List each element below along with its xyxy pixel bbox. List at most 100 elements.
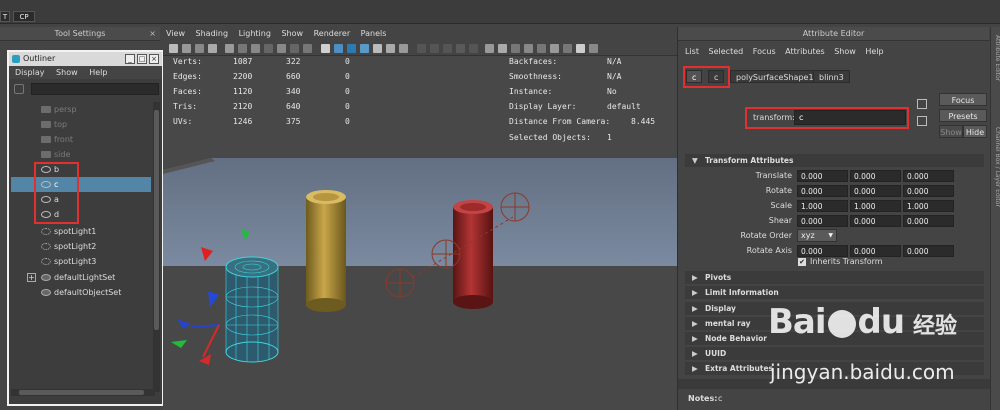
- safe-title-icon[interactable]: [303, 44, 312, 53]
- section-limit-information[interactable]: ▶ Limit Information: [685, 286, 984, 299]
- shelf-button-cp[interactable]: CP: [13, 11, 35, 22]
- maximize-panel-icon[interactable]: [576, 44, 585, 53]
- shelf-button-t[interactable]: T: [0, 11, 10, 22]
- gamma-icon[interactable]: [537, 44, 546, 53]
- safe-action-icon[interactable]: [290, 44, 299, 53]
- rotate-axis-z-field[interactable]: 0.000: [903, 245, 954, 257]
- lights-icon[interactable]: [373, 44, 382, 53]
- film-gate-icon[interactable]: [238, 44, 247, 53]
- wireframe-icon[interactable]: [321, 44, 330, 53]
- close-icon[interactable]: ×: [149, 54, 159, 64]
- section-pivots[interactable]: ▶ Pivots: [685, 271, 984, 284]
- camera-attr-icon[interactable]: [182, 44, 191, 53]
- panel-layout-icon[interactable]: [563, 44, 572, 53]
- list-item[interactable]: spotLight1: [11, 224, 151, 239]
- translate-y-field[interactable]: 0.000: [850, 170, 901, 182]
- gate-mask-icon[interactable]: [264, 44, 273, 53]
- ae-menu-attributes[interactable]: Attributes: [785, 47, 825, 56]
- viewport-menu-renderer[interactable]: Renderer: [314, 29, 351, 38]
- viewport-menu-panels[interactable]: Panels: [361, 29, 387, 38]
- close-icon[interactable]: ×: [149, 27, 156, 41]
- shear-y-field[interactable]: 0.000: [850, 215, 901, 227]
- outliner-search-input[interactable]: [31, 83, 159, 95]
- transform-name-field[interactable]: c: [794, 110, 906, 125]
- filter-icon[interactable]: [14, 84, 24, 94]
- ae-menu-focus[interactable]: Focus: [753, 47, 776, 56]
- rotate-axis-y-field[interactable]: 0.000: [850, 245, 901, 257]
- ae-menu-list[interactable]: List: [685, 47, 699, 56]
- show-button[interactable]: Show: [939, 125, 963, 138]
- list-item[interactable]: spotLight3: [11, 254, 151, 269]
- color-mgmt-icon[interactable]: [511, 44, 520, 53]
- hud-icon[interactable]: [498, 44, 507, 53]
- list-item[interactable]: defaultObjectSet: [11, 285, 151, 300]
- grid-icon[interactable]: [225, 44, 234, 53]
- inherits-transform-checkbox[interactable]: ✔: [798, 258, 806, 266]
- resolution-gate-icon[interactable]: [251, 44, 260, 53]
- focus-button[interactable]: Focus: [939, 93, 987, 106]
- 3d-viewport[interactable]: View Shading Lighting Show Renderer Pane…: [163, 27, 677, 410]
- scale-z-field[interactable]: 1.000: [903, 200, 954, 212]
- rotate-order-dropdown[interactable]: xyz ▼: [797, 229, 837, 242]
- outliner-titlebar[interactable]: Outliner _ □ ×: [9, 52, 162, 66]
- list-item[interactable]: side: [11, 147, 151, 162]
- list-item-selected[interactable]: c: [11, 177, 151, 192]
- hide-button[interactable]: Hide: [963, 125, 987, 138]
- depth-of-field-icon[interactable]: [469, 44, 478, 53]
- ae-menu-selected[interactable]: Selected: [709, 47, 744, 56]
- shadows-icon[interactable]: [386, 44, 395, 53]
- cylinder-selected-wireframe[interactable]: [225, 256, 279, 363]
- smooth-shade-icon[interactable]: [334, 44, 343, 53]
- outliner-vertical-scrollbar[interactable]: [153, 102, 160, 392]
- tab-blinn3[interactable]: blinn3: [813, 70, 850, 83]
- minimize-icon[interactable]: _: [125, 54, 135, 64]
- viewport-menu-view[interactable]: View: [166, 29, 185, 38]
- viewport-menu-lighting[interactable]: Lighting: [239, 29, 271, 38]
- shear-x-field[interactable]: 0.000: [797, 215, 848, 227]
- presets-button[interactable]: Presets: [939, 109, 987, 122]
- outliner-menu-help[interactable]: Help: [89, 68, 107, 77]
- rotate-x-field[interactable]: 0.000: [797, 185, 848, 197]
- antialias-icon[interactable]: [456, 44, 465, 53]
- panel-options-icon[interactable]: [589, 44, 598, 53]
- section-transform-attributes[interactable]: ▼ Transform Attributes: [685, 154, 984, 167]
- view-transform-icon[interactable]: [550, 44, 559, 53]
- tab-polysurfaceshape1[interactable]: polySurfaceShape1: [730, 70, 820, 83]
- isolate-select-icon[interactable]: [485, 44, 494, 53]
- motion-blur-icon[interactable]: [443, 44, 452, 53]
- outliner-horizontal-scrollbar[interactable]: [11, 389, 155, 396]
- xray-icon[interactable]: [399, 44, 408, 53]
- translate-z-field[interactable]: 0.000: [903, 170, 954, 182]
- list-item[interactable]: a: [11, 192, 151, 207]
- list-item[interactable]: d: [11, 207, 151, 222]
- load-node-icon[interactable]: [917, 99, 927, 109]
- textured-icon[interactable]: [360, 44, 369, 53]
- image-plane-icon[interactable]: [208, 44, 217, 53]
- field-chart-icon[interactable]: [277, 44, 286, 53]
- outliner-menu-show[interactable]: Show: [56, 68, 78, 77]
- expand-plus-icon[interactable]: +: [27, 273, 36, 282]
- outliner-menu-display[interactable]: Display: [15, 68, 45, 77]
- bookmark-icon[interactable]: [195, 44, 204, 53]
- scrollbar-thumb[interactable]: [19, 390, 144, 395]
- translate-x-field[interactable]: 0.000: [797, 170, 848, 182]
- tab-channel-box-vertical[interactable]: Channel Box / Layer Editor: [992, 127, 1000, 207]
- list-item[interactable]: top: [11, 117, 151, 132]
- list-item[interactable]: b: [11, 162, 151, 177]
- maximize-icon[interactable]: □: [137, 54, 147, 64]
- tab-attribute-editor-vertical[interactable]: Attribute Editor: [992, 35, 1000, 81]
- list-item[interactable]: + defaultLightSet: [11, 270, 151, 285]
- wireframe-on-shaded-icon[interactable]: [347, 44, 356, 53]
- scale-y-field[interactable]: 1.000: [850, 200, 901, 212]
- ambient-occlusion-icon[interactable]: [430, 44, 439, 53]
- list-item[interactable]: persp: [11, 102, 151, 117]
- list-item[interactable]: front: [11, 132, 151, 147]
- rotate-y-field[interactable]: 0.000: [850, 185, 901, 197]
- viewport-menu-shading[interactable]: Shading: [196, 29, 229, 38]
- copy-tab-icon[interactable]: [917, 116, 927, 126]
- rotate-z-field[interactable]: 0.000: [903, 185, 954, 197]
- exposure-icon[interactable]: [524, 44, 533, 53]
- viewport-menu-show[interactable]: Show: [281, 29, 303, 38]
- ae-menu-help[interactable]: Help: [865, 47, 883, 56]
- ae-menu-show[interactable]: Show: [834, 47, 856, 56]
